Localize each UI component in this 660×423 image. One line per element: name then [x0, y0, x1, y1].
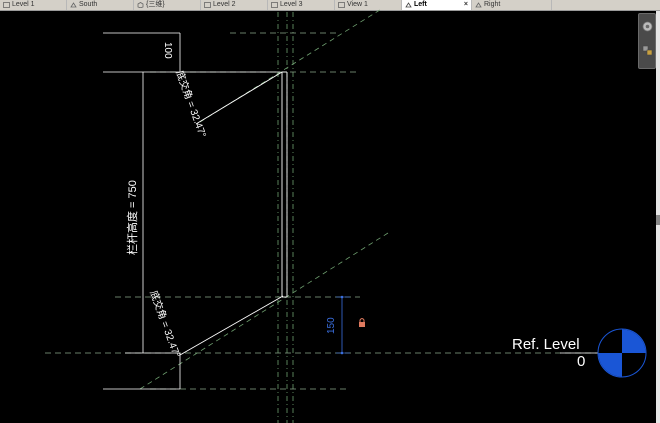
dimension-angle-bottom[interactable]: 底交角 = 32.47° [147, 289, 183, 360]
dimension-blue[interactable]: 150 [326, 295, 350, 355]
navigation-bar [638, 13, 656, 69]
steering-wheel-icon[interactable] [642, 21, 653, 32]
zoom-icon[interactable] [642, 45, 653, 56]
dimension-baluster-height[interactable]: 栏杆高度 = 750 [125, 180, 139, 255]
slope-references [139, 7, 389, 390]
reference-planes [277, 12, 294, 423]
level-head-icon[interactable] [597, 328, 647, 378]
elevation-drawing: 100 底交角 = 32.47° 栏杆高度 = 750 底交角 = 32.47°… [45, 7, 647, 423]
level-name[interactable]: Ref. Level [512, 336, 580, 353]
dimension-blue-value: 150 [326, 317, 337, 334]
baluster [281, 71, 288, 298]
level-elevation[interactable]: 0 [577, 353, 585, 370]
lock-icon[interactable] [359, 318, 365, 328]
dimension-angle-top[interactable]: 底交角 = 32.47° [173, 69, 209, 140]
dimension-top-offset[interactable]: 100 [162, 42, 173, 59]
scrollbar-thumb[interactable] [656, 215, 660, 225]
